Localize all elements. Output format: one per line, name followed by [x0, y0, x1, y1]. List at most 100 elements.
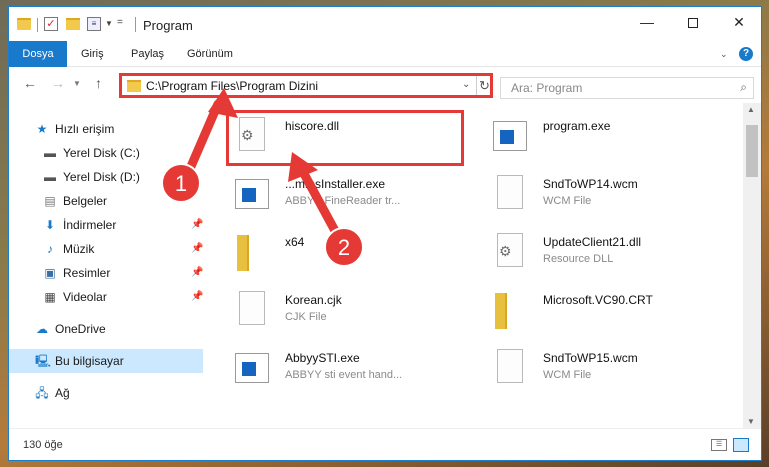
exe-icon: [493, 117, 527, 157]
file-icon: [493, 349, 527, 389]
sidebar-item-videos[interactable]: ▦ Videolar 📌: [9, 285, 203, 309]
sidebar-item-pictures[interactable]: ▣ Resimler 📌: [9, 261, 203, 285]
file-name: AbbyySTI.exe: [285, 351, 360, 365]
scrollbar-thumb[interactable]: [746, 125, 758, 177]
item-count: 130 öğe: [23, 439, 63, 451]
window-title: Program: [143, 18, 193, 33]
file-name: x64: [285, 235, 305, 249]
search-icon[interactable]: ⌕: [740, 80, 747, 95]
star-icon: ★: [36, 122, 48, 136]
file-name: ...mmsInstaller.exe: [285, 177, 386, 191]
ribbon-tabs: Dosya Giriş Paylaş Görünüm ⌄ ?: [9, 41, 761, 67]
forward-arrow-icon[interactable]: →: [51, 75, 65, 91]
back-arrow-icon[interactable]: ←: [23, 75, 37, 91]
navigation-bar: ← → ▼ ↑ C:\Program Files\Program Dizini …: [9, 67, 761, 103]
close-button[interactable]: ✕: [716, 7, 762, 37]
file-name: program.exe: [543, 119, 611, 133]
customize-toolbar-icon[interactable]: ≡: [87, 17, 101, 31]
network-icon: 🖧: [35, 386, 49, 400]
minimize-button[interactable]: —: [624, 7, 670, 37]
file-type: ABBYY sti event hand...: [285, 369, 403, 381]
video-icon: ▦: [44, 290, 56, 304]
tab-file[interactable]: Dosya: [9, 41, 67, 67]
file-name: SndToWP14.wcm: [543, 177, 638, 191]
file-type: CJK File: [285, 311, 327, 323]
new-folder-icon[interactable]: [66, 18, 80, 30]
sidebar-item-quick-access[interactable]: ★ Hızlı erişim: [9, 117, 203, 141]
folder-icon: [127, 80, 141, 92]
explorer-window: ✓ ≡ ▼ = Program — ✕ Dosya Giriş Paylaş G…: [8, 6, 762, 461]
chevron-down-icon[interactable]: ▼: [105, 19, 113, 35]
expand-ribbon-icon[interactable]: ⌄: [720, 49, 728, 60]
file-name: UpdateClient21.dll: [543, 235, 642, 249]
sidebar-item-this-pc[interactable]: 🖳 Bu bilgisayar: [9, 349, 203, 373]
file-name: Korean.cjk: [285, 293, 342, 307]
pin-icon[interactable]: 📌: [191, 261, 203, 285]
properties-check-icon[interactable]: ✓: [44, 17, 58, 31]
title-bar: ✓ ≡ ▼ = Program — ✕: [9, 7, 761, 41]
file-item-x64[interactable]: x64: [213, 227, 463, 279]
file-item-abbyysti-exe[interactable]: AbbyySTI.exe ABBYY sti event hand...: [213, 343, 463, 395]
refresh-icon[interactable]: ↻: [476, 76, 492, 95]
search-box[interactable]: ⌕: [500, 77, 754, 99]
folder-icon: [235, 233, 269, 273]
pin-icon[interactable]: 📌: [191, 213, 203, 237]
tab-view[interactable]: Görünüm: [177, 41, 243, 67]
file-item-installer-exe[interactable]: ...mmsInstaller.exe ABBYY FineReader tr.…: [213, 169, 463, 221]
vertical-scrollbar[interactable]: ▲ ▼: [743, 103, 761, 428]
pin-icon[interactable]: 📌: [191, 237, 203, 261]
dll-icon: ⚙: [493, 233, 527, 273]
sidebar-item-local-disk-c[interactable]: ▬ Yerel Disk (C:): [9, 141, 203, 165]
quick-access-menu-icon[interactable]: =: [117, 17, 123, 33]
drive-icon: ▬: [44, 146, 56, 160]
file-item-program-exe[interactable]: program.exe: [471, 111, 721, 163]
toolbar-separator: [37, 18, 38, 32]
file-item-sndtowp14[interactable]: SndToWP14.wcm WCM File: [471, 169, 721, 221]
drive-icon: ▬: [44, 170, 56, 184]
file-type: ABBYY FineReader tr...: [285, 195, 401, 207]
recent-locations-icon[interactable]: ▼: [73, 79, 81, 88]
scroll-up-icon[interactable]: ▲: [747, 105, 755, 114]
help-icon[interactable]: ?: [739, 47, 753, 61]
status-bar: 130 öğe ☰: [9, 428, 761, 460]
file-name: SndToWP15.wcm: [543, 351, 638, 365]
details-view-icon[interactable]: ☰: [711, 439, 727, 451]
documents-icon: ▤: [44, 194, 56, 208]
pin-icon[interactable]: 📌: [191, 285, 203, 309]
file-type: WCM File: [543, 369, 592, 381]
file-name: Microsoft.VC90.CRT: [543, 293, 653, 307]
title-separator: [135, 17, 136, 32]
maximize-icon: [688, 18, 698, 29]
address-path[interactable]: C:\Program Files\Program Dizini: [146, 79, 318, 93]
cloud-icon: ☁: [36, 322, 48, 336]
search-input[interactable]: [501, 78, 721, 98]
folder-icon: [493, 291, 527, 331]
scroll-down-icon[interactable]: ▼: [747, 417, 755, 426]
sidebar-item-documents[interactable]: ▤ Belgeler: [9, 189, 203, 213]
file-type: WCM File: [543, 195, 592, 207]
tab-home[interactable]: Giriş: [71, 41, 114, 67]
highlight-box-hiscore: [226, 110, 464, 166]
folder-icon[interactable]: [17, 18, 31, 30]
sidebar-item-onedrive[interactable]: ☁ OneDrive: [9, 317, 203, 341]
sidebar-item-music[interactable]: ♪ Müzik 📌: [9, 237, 203, 261]
file-item-korean-cjk[interactable]: Korean.cjk CJK File: [213, 285, 463, 337]
music-icon: ♪: [47, 242, 53, 256]
maximize-button[interactable]: [670, 7, 716, 37]
sidebar-item-network[interactable]: 🖧 Ağ: [9, 381, 203, 405]
sidebar-item-local-disk-d[interactable]: ▬ Yerel Disk (D:): [9, 165, 203, 189]
up-arrow-icon[interactable]: ↑: [95, 75, 102, 91]
file-item-updateclient21[interactable]: ⚙ UpdateClient21.dll Resource DLL: [471, 227, 721, 279]
exe-icon: [235, 349, 269, 389]
file-item-sndtowp15[interactable]: SndToWP15.wcm WCM File: [471, 343, 721, 395]
file-icon: [493, 175, 527, 215]
chevron-down-icon[interactable]: ⌄: [462, 79, 470, 90]
large-icons-view-icon[interactable]: [733, 438, 749, 452]
tab-share[interactable]: Paylaş: [121, 41, 174, 67]
pictures-icon: ▣: [44, 266, 56, 280]
navigation-pane: ★ Hızlı erişim ▬ Yerel Disk (C:) ▬ Yerel…: [9, 103, 213, 428]
address-bar[interactable]: C:\Program Files\Program Dizini ⌄ ↻: [119, 73, 493, 98]
file-item-vc90-crt[interactable]: Microsoft.VC90.CRT: [471, 285, 721, 337]
sidebar-item-downloads[interactable]: ⬇ İndirmeler 📌: [9, 213, 203, 237]
download-icon: ⬇: [44, 218, 56, 232]
